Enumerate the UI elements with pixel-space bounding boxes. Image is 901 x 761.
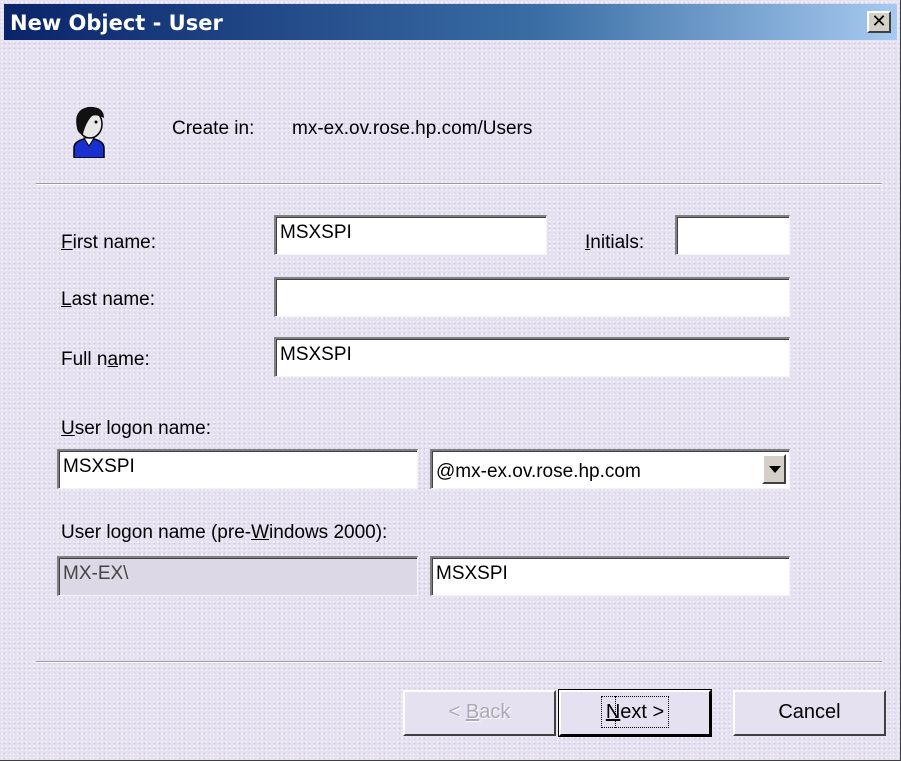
chevron-down-icon[interactable] — [762, 454, 786, 484]
window-title: New Object - User — [10, 11, 223, 35]
logon-domain-value: @mx-ex.ov.rose.hp.com — [436, 461, 641, 482]
last-name-field[interactable] — [274, 277, 790, 317]
logon-domain-select[interactable]: @mx-ex.ov.rose.hp.com — [430, 449, 790, 489]
separator-top — [36, 183, 882, 185]
pre2000-logon-field[interactable]: MSXSPI — [430, 556, 790, 596]
full-name-field[interactable]: MSXSPI — [274, 337, 790, 377]
initials-field[interactable] — [675, 215, 790, 255]
user-icon — [73, 106, 105, 158]
cancel-button[interactable]: Cancel — [733, 690, 886, 736]
title-bar[interactable]: New Object - User ✕ — [4, 4, 897, 40]
back-button[interactable]: < Back — [403, 690, 556, 736]
first-name-field[interactable]: MSXSPI — [274, 215, 547, 255]
pre2000-label: User logon name (pre-Windows 2000): — [61, 522, 388, 543]
initials-label: Initials: — [585, 232, 645, 253]
create-in-label: Create in: — [172, 118, 255, 139]
pre2000-domain-field: MX-EX\ — [57, 556, 418, 596]
logon-name-field[interactable]: MSXSPI — [57, 449, 418, 489]
new-user-dialog: New Object - User ✕ Create in: mx-ex.ov.… — [0, 0, 901, 761]
separator-bottom — [36, 661, 882, 663]
create-in-path: mx-ex.ov.rose.hp.com/Users — [292, 118, 533, 139]
last-name-label: Last name: — [61, 289, 156, 310]
close-button[interactable]: ✕ — [867, 11, 891, 33]
first-name-label: First name: — [61, 232, 157, 253]
logon-name-label: User logon name: — [61, 418, 211, 439]
full-name-label: Full name: — [61, 349, 150, 370]
next-button[interactable]: Next > — [558, 689, 712, 737]
